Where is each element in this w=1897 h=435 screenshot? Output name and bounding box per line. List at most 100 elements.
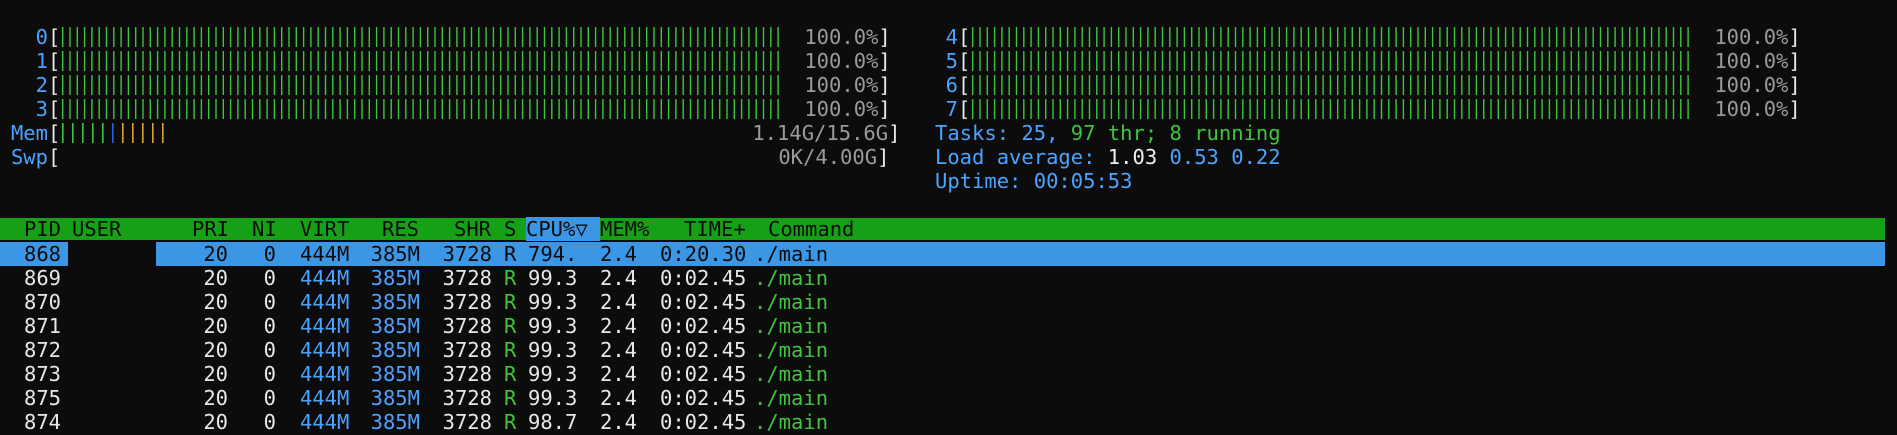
meter-tick [449,99,451,119]
meter-tick [1366,27,1368,47]
meter-tick [434,27,437,47]
mem-meter: Mem[1.14G/15.6G] [8,121,900,145]
meter-tick [259,75,261,95]
bracket-close: ] [877,145,890,169]
meter-tick [113,75,115,95]
meter-tick [1439,27,1441,47]
meter-tick [1410,99,1412,119]
meter-tick [441,99,444,119]
meter-tick [1417,51,1420,71]
meter-bar-graphic [972,51,1690,71]
meter-tick [1337,99,1339,119]
meter-tick [1235,27,1237,47]
meter-tick [979,75,982,95]
cell-virt: 444M [300,266,350,290]
meter-tick [164,75,166,95]
meter-tick [1622,27,1624,47]
cpu-meter-1: 1[100.0%] [8,49,891,73]
process-row[interactable]: 869 20 0 444M 385M 3728 R 99.3 2.4 0:02.45 ./main [0,266,1885,290]
meter-tick [733,99,736,119]
meter-tick [427,51,429,71]
col-pid[interactable]: PID [24,217,61,241]
col-command[interactable]: Command [768,217,854,241]
meter-tick [1089,51,1091,71]
cpu-percent: 100.0% [1714,73,1789,97]
meter-tick [1147,51,1149,71]
meter-tick [1570,27,1573,47]
meter-tick [186,51,188,71]
col-state[interactable]: S [504,217,516,241]
process-row[interactable]: 874 20 0 444M 385M 3728 R 98.7 2.4 0:02.45 ./main [0,410,1885,434]
meter-tick [587,51,590,71]
cell-ni: 0 [263,386,276,410]
meter-tick [1366,51,1368,71]
meter-tick [1045,75,1047,95]
meter-tick [179,99,181,119]
meter-tick [1490,75,1493,95]
meter-tick [1286,51,1288,71]
col-virt[interactable]: VIRT [300,217,349,241]
meter-tick [1300,75,1303,95]
meter-tick [493,27,495,47]
meter-tick [1308,75,1310,95]
col-pri[interactable]: PRI [192,217,229,241]
meter-tick [1059,99,1062,119]
col-mem[interactable]: MEM% [600,217,649,241]
meter-tick [171,75,174,95]
col-cpu[interactable]: CPU%▽ [526,217,600,241]
meter-tick [339,51,342,71]
process-row[interactable]: 871 20 0 444M 385M 3728 R 99.3 2.4 0:02.45 ./main [0,314,1885,338]
col-ni[interactable]: NI [252,217,277,241]
col-user[interactable]: USER [72,217,121,241]
meter-tick [573,99,575,119]
meter-tick [514,51,517,71]
col-time[interactable]: TIME+ [684,217,746,241]
meter-tick [230,99,232,119]
meter-tick [1592,27,1595,47]
meter-tick [274,27,276,47]
cell-shr: 3728 [442,410,492,434]
meter-tick [777,99,780,119]
meter-tick [1512,27,1514,47]
process-row[interactable]: 870 20 0 444M 385M 3728 R 99.3 2.4 0:02.45 ./main [0,290,1885,314]
process-row[interactable]: 875 20 0 444M 385M 3728 R 99.3 2.4 0:02.45 ./main [0,386,1885,410]
meter-tick [1140,99,1142,119]
meter-tick [1461,99,1463,119]
meter-tick [72,123,74,143]
meter-tick [1330,99,1332,119]
cell-pri: 20 [203,362,228,386]
meter-tick [726,27,729,47]
meter-tick [215,99,218,119]
col-shr[interactable]: SHR [454,217,491,241]
meter-tick [1578,75,1580,95]
meter-tick [1016,99,1018,119]
meter-tick [332,99,334,119]
meter-tick [1629,99,1631,119]
bracket-open: [ [958,25,971,49]
meter-tick [1081,99,1084,119]
cpu-bar [60,26,804,48]
meter-tick [777,75,780,95]
cpu-meter-4: 4[100.0%] [918,25,1801,49]
uptime-value: 00:05:53 [1033,169,1133,193]
meter-tick [266,99,269,119]
meter-tick [354,27,356,47]
meter-tick [675,75,677,95]
meter-tick [1205,99,1208,119]
process-row[interactable]: 873 20 0 444M 385M 3728 R 99.3 2.4 0:02.45 ./main [0,362,1885,386]
meter-tick [1519,75,1522,95]
threads-count: 97 [1070,121,1096,145]
meter-tick [994,27,996,47]
process-row[interactable]: 868 20 0 444M 385M 3728 R 794. 2.4 0:20.30 ./main [0,242,1885,266]
meter-tick [427,27,429,47]
meter-tick [1556,75,1558,95]
col-res[interactable]: RES [382,217,419,241]
process-row[interactable]: 872 20 0 444M 385M 3728 R 99.3 2.4 0:02.45 ./main [0,338,1885,362]
meter-tick [1687,75,1690,95]
meter-tick [471,99,473,119]
meter-tick [1585,99,1587,119]
meter-tick [1359,75,1361,95]
meter-tick [368,75,371,95]
meter-tick [149,51,152,71]
meter-tick [660,51,663,71]
